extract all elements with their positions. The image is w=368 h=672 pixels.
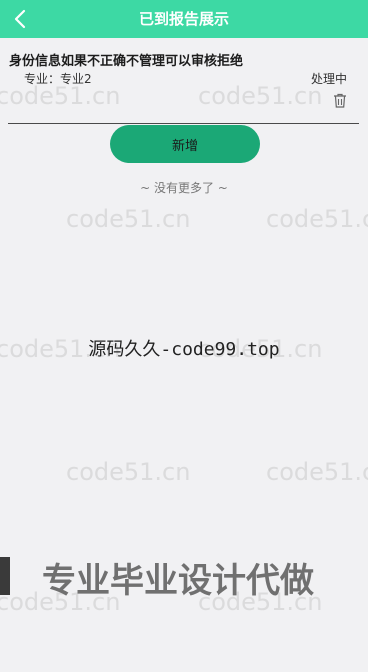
watermark-text: code51.cn <box>66 458 191 486</box>
add-button[interactable]: 新增 <box>110 125 260 163</box>
trash-icon <box>334 93 346 108</box>
watermark-text: code51.cn <box>66 205 191 233</box>
center-watermark: 源码久久-code99.top <box>88 339 280 360</box>
watermark-text: code51.cn <box>198 82 323 110</box>
watermark-text: code51.cn <box>0 82 121 110</box>
banner-text: 专业毕业设计代做 <box>42 561 314 601</box>
watermark-text: code51.cn <box>266 458 368 486</box>
record-divider <box>8 123 359 124</box>
delete-button[interactable] <box>332 92 348 108</box>
no-more-text: ~ 没有更多了 ~ <box>140 181 228 195</box>
watermark-text: code51.cn <box>266 205 368 233</box>
banner-bar <box>0 557 10 595</box>
page-title: 已到报告展示 <box>138 10 229 28</box>
record-title: 身份信息如果不正确不管理可以审核拒绝 <box>9 54 244 69</box>
app-header: 已到报告展示 <box>0 0 368 38</box>
watermark-banner: 专业毕业设计代做 <box>0 551 368 603</box>
